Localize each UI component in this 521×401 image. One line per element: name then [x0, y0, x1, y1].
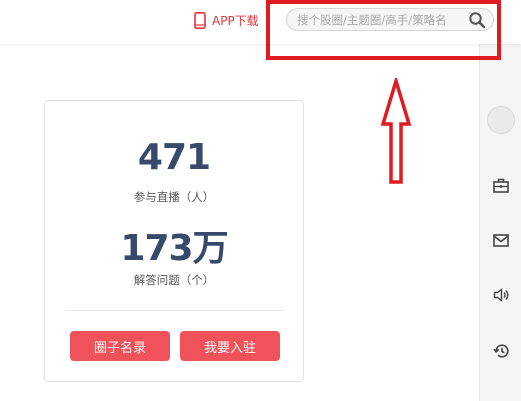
- rail-toolbox-slot[interactable]: [480, 178, 521, 193]
- rail-avatar-slot[interactable]: [480, 106, 521, 134]
- join-apply-button[interactable]: 我要入驻: [180, 331, 280, 361]
- participants-count: 471: [137, 137, 211, 178]
- participants-label: 参与直播（人）: [133, 190, 215, 204]
- speaker-icon[interactable]: [493, 288, 510, 302]
- answers-label: 解答问题（个）: [133, 273, 215, 287]
- annotation-highlight-box: [266, 0, 501, 60]
- rail-history-slot[interactable]: [480, 343, 521, 359]
- mail-icon[interactable]: [493, 234, 509, 247]
- mobile-phone-icon: [194, 11, 206, 29]
- app-download-label: APP下载: [212, 13, 259, 28]
- history-icon[interactable]: [492, 343, 510, 359]
- card-divider: [65, 310, 285, 311]
- annotation-up-arrow: [380, 78, 412, 184]
- stats-card: 471 参与直播（人） 173万 解答问题（个） 圈子名录 我要入驻: [44, 100, 304, 382]
- rail-sound-slot[interactable]: [480, 288, 521, 302]
- briefcase-icon[interactable]: [493, 178, 509, 193]
- app-download-link[interactable]: APP下载: [194, 10, 259, 30]
- answers-count: 173万: [120, 228, 228, 269]
- rail-mail-slot[interactable]: [480, 234, 521, 247]
- avatar[interactable]: [487, 106, 515, 134]
- circle-directory-button[interactable]: 圈子名录: [70, 331, 170, 361]
- right-side-rail: [479, 44, 521, 401]
